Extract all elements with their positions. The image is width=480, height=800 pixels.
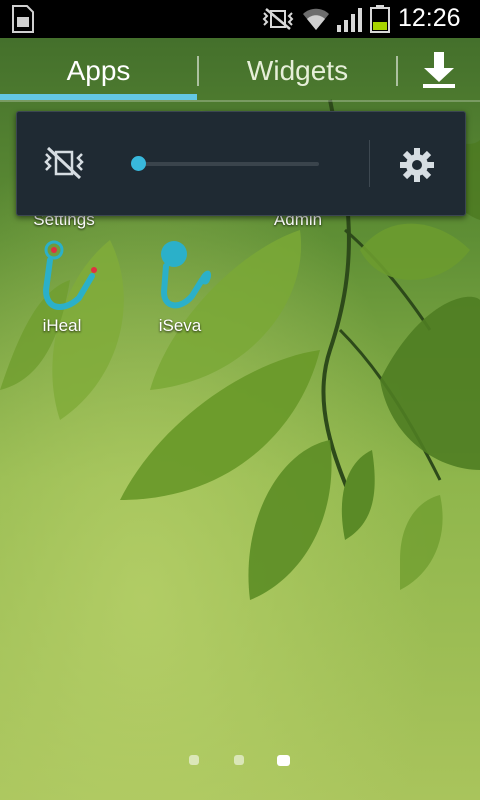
drawer-tabs: Apps Widgets xyxy=(0,38,480,104)
wifi-icon xyxy=(303,8,329,30)
download-icon[interactable] xyxy=(420,50,458,90)
app-iseva[interactable]: iSeva xyxy=(130,240,230,336)
volume-slider-thumb[interactable] xyxy=(131,156,146,171)
app-label: iHeal xyxy=(42,316,82,335)
iseva-icon xyxy=(160,241,212,309)
page-dot-active[interactable] xyxy=(277,755,290,766)
page-dot[interactable] xyxy=(189,755,199,765)
vibrate-mute-icon[interactable] xyxy=(43,146,85,180)
tab-divider xyxy=(396,56,398,86)
signal-icon xyxy=(337,8,362,32)
sim-card-icon xyxy=(12,5,34,33)
mute-icon xyxy=(262,8,294,30)
gear-icon[interactable] xyxy=(399,147,435,183)
volume-slider-track[interactable] xyxy=(139,162,319,166)
tab-active-indicator xyxy=(0,94,197,100)
panel-divider xyxy=(369,140,370,187)
battery-icon xyxy=(370,5,390,33)
app-label: iSeva xyxy=(158,316,202,335)
iheal-icon xyxy=(42,240,97,310)
page-dot[interactable] xyxy=(234,755,244,765)
tab-baseline xyxy=(0,100,480,102)
status-bar: 12:26 xyxy=(0,0,480,38)
page-indicator xyxy=(0,753,480,769)
status-time: 12:26 xyxy=(398,4,461,32)
volume-panel xyxy=(16,111,466,216)
tab-widgets[interactable]: Widgets xyxy=(199,38,396,104)
app-iheal[interactable]: iHeal xyxy=(12,240,112,336)
